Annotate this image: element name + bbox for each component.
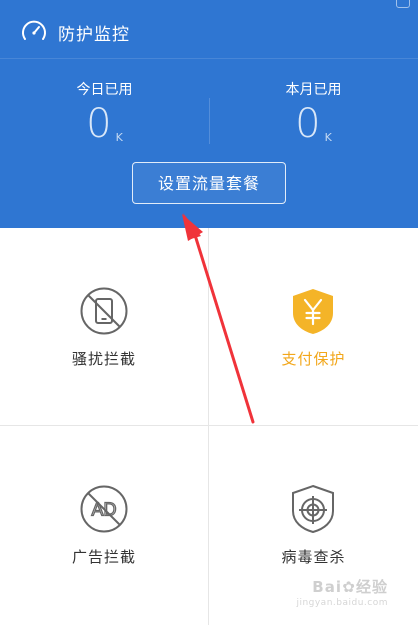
today-usage-label: 今日已用 bbox=[76, 82, 133, 98]
today-usage-value: 0 bbox=[86, 101, 112, 147]
gauge-icon bbox=[22, 20, 46, 40]
today-usage-value-wrap: 0K bbox=[0, 102, 209, 146]
feature-harassment-block[interactable]: 骚扰拦截 bbox=[0, 228, 209, 426]
month-usage-unit: K bbox=[324, 131, 332, 144]
traffic-stats-panel: 今日已用 0K 本月已用 0K 设置流量套餐 bbox=[0, 58, 418, 228]
blocked-phone-icon bbox=[80, 287, 128, 335]
paw-icon: ✿ bbox=[342, 578, 356, 596]
feature-grid: 骚扰拦截 支付保护 AD 广告拦截 病毒查杀 bbox=[0, 228, 418, 625]
today-usage-stat: 今日已用 0K bbox=[0, 58, 209, 158]
feature-label: 支付保护 bbox=[281, 350, 346, 368]
top-clipped-bar bbox=[0, 0, 418, 8]
feature-ad-block[interactable]: AD 广告拦截 bbox=[0, 426, 209, 625]
watermark: Bai✿经验 bbox=[312, 576, 388, 597]
watermark-text-2: 经验 bbox=[355, 578, 388, 596]
header-bar: 防护监控 bbox=[0, 8, 418, 58]
month-usage-stat: 本月已用 0K bbox=[209, 58, 418, 158]
watermark-url: jingyan.baidu.com bbox=[296, 598, 388, 608]
feature-label: 骚扰拦截 bbox=[71, 350, 136, 368]
clipped-icon bbox=[396, 0, 410, 8]
month-usage-value-wrap: 0K bbox=[209, 102, 418, 146]
today-usage-unit: K bbox=[115, 131, 123, 144]
virus-target-shield-icon bbox=[292, 484, 334, 534]
blocked-ad-icon: AD bbox=[80, 485, 128, 533]
month-usage-value: 0 bbox=[295, 101, 321, 147]
page-title: 防护监控 bbox=[58, 25, 130, 45]
feature-label: 病毒查杀 bbox=[281, 548, 346, 566]
watermark-text: Bai bbox=[312, 578, 342, 596]
set-data-plan-button[interactable]: 设置流量套餐 bbox=[132, 162, 286, 204]
month-usage-label: 本月已用 bbox=[285, 82, 342, 98]
feature-label: 广告拦截 bbox=[71, 548, 136, 566]
yuan-shield-icon bbox=[293, 289, 333, 334]
feature-payment-protection[interactable]: 支付保护 bbox=[209, 228, 418, 426]
